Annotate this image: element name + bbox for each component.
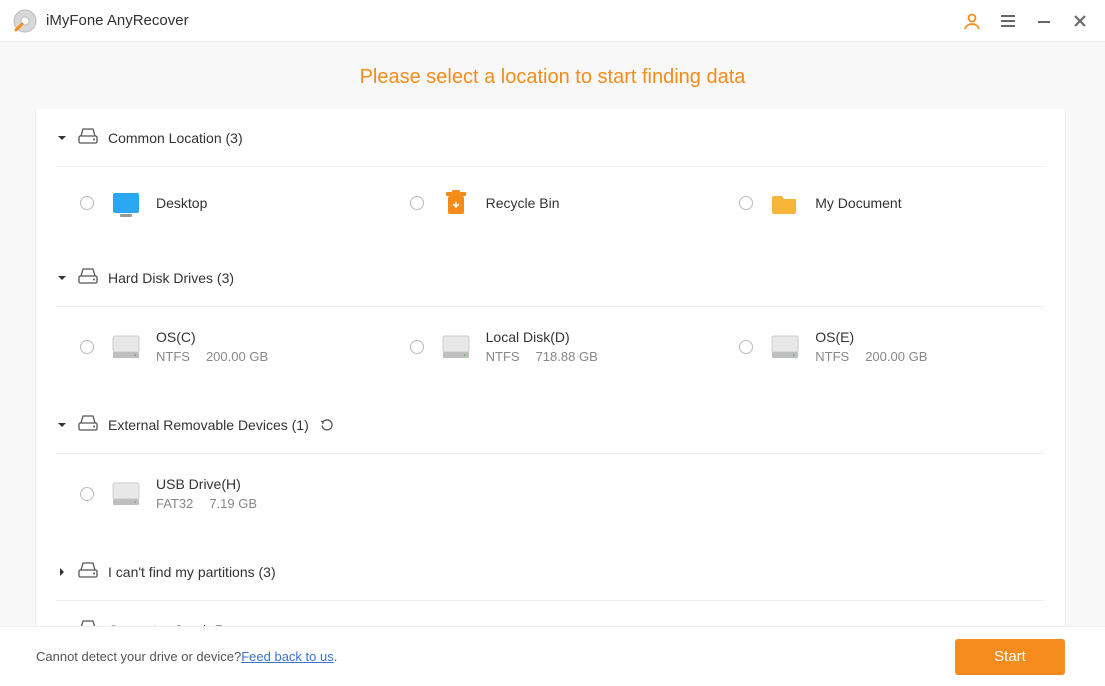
location-item-localD[interactable]: Local Disk(D) NTFS718.88 GB	[386, 317, 716, 376]
bin-icon	[442, 189, 470, 217]
drive-header-icon	[78, 268, 98, 287]
location-item-desktop[interactable]: Desktop	[56, 177, 386, 229]
location-item-ose[interactable]: OS(E) NTFS200.00 GB	[715, 317, 1045, 376]
refresh-icon[interactable]	[319, 417, 335, 433]
radio-recycle[interactable]	[410, 196, 424, 210]
section-header[interactable]: I can't find my partitions (3)	[56, 543, 1045, 601]
section-title: External Removable Devices (1)	[108, 417, 309, 433]
chevron-right-icon	[56, 567, 68, 577]
item-label: Local Disk(D)	[486, 329, 598, 345]
location-item-recycle[interactable]: Recycle Bin	[386, 177, 716, 229]
account-icon[interactable]	[959, 8, 985, 34]
location-item-mydoc[interactable]: My Document	[715, 177, 1045, 229]
minimize-button[interactable]	[1031, 8, 1057, 34]
section-header[interactable]: Hard Disk Drives (3)	[56, 249, 1045, 307]
page-title: Please select a location to start findin…	[0, 66, 1105, 89]
section-header[interactable]: Computer Crash Recovery	[56, 601, 1045, 626]
radio-mydoc[interactable]	[739, 196, 753, 210]
drive-icon	[112, 333, 140, 361]
item-label: My Document	[815, 195, 901, 211]
drive-icon	[771, 333, 799, 361]
desktop-icon	[112, 189, 140, 217]
app-title: iMyFone AnyRecover	[46, 12, 189, 29]
section-title: Hard Disk Drives (3)	[108, 270, 234, 286]
item-label: Recycle Bin	[486, 195, 560, 211]
item-subtitle: FAT327.19 GB	[156, 496, 257, 511]
chevron-down-icon	[56, 421, 68, 429]
drive-icon	[112, 480, 140, 508]
radio-usbH[interactable]	[80, 487, 94, 501]
drive-header-icon	[78, 415, 98, 434]
item-subtitle: NTFS200.00 GB	[815, 349, 927, 364]
drive-header-icon	[78, 562, 98, 581]
feedback-link[interactable]: Feed back to us	[241, 649, 334, 664]
section-title: I can't find my partitions (3)	[108, 564, 276, 580]
section-header[interactable]: Common Location (3)	[56, 109, 1045, 167]
chevron-down-icon	[56, 134, 68, 142]
radio-osc[interactable]	[80, 340, 94, 354]
location-item-osc[interactable]: OS(C) NTFS200.00 GB	[56, 317, 386, 376]
close-button[interactable]	[1067, 8, 1093, 34]
chevron-down-icon	[56, 274, 68, 282]
chevron-down-icon	[56, 626, 68, 627]
footer: Cannot detect your drive or device? Feed…	[0, 626, 1105, 686]
titlebar: iMyFone AnyRecover	[0, 0, 1105, 42]
radio-ose[interactable]	[739, 340, 753, 354]
footer-text: Cannot detect your drive or device?	[36, 649, 241, 664]
menu-icon[interactable]	[995, 8, 1021, 34]
section-title: Common Location (3)	[108, 130, 243, 146]
start-button[interactable]: Start	[955, 639, 1065, 675]
drive-icon	[442, 333, 470, 361]
radio-desktop[interactable]	[80, 196, 94, 210]
page-header: Please select a location to start findin…	[0, 42, 1105, 109]
app-logo-icon	[12, 8, 38, 34]
item-label: OS(C)	[156, 329, 268, 345]
item-label: Desktop	[156, 195, 207, 211]
location-list: Common Location (3) Desktop Recycle Bin My …	[36, 109, 1065, 626]
drive-header-icon	[78, 620, 98, 626]
folder-icon	[771, 189, 799, 217]
item-subtitle: NTFS200.00 GB	[156, 349, 268, 364]
item-subtitle: NTFS718.88 GB	[486, 349, 598, 364]
item-label: OS(E)	[815, 329, 927, 345]
drive-header-icon	[78, 128, 98, 147]
item-label: USB Drive(H)	[156, 476, 257, 492]
section-title: Computer Crash Recovery	[108, 622, 274, 627]
radio-localD[interactable]	[410, 340, 424, 354]
location-item-usbH[interactable]: USB Drive(H) FAT327.19 GB	[56, 464, 386, 523]
section-header[interactable]: External Removable Devices (1)	[56, 396, 1045, 454]
